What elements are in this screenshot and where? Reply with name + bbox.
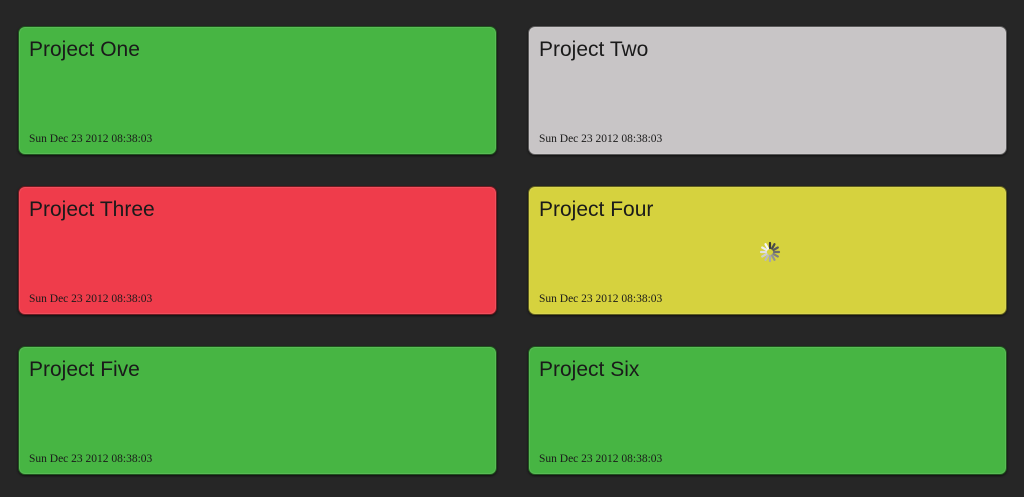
project-title: Project One (29, 38, 140, 61)
project-tile-six[interactable]: Project Six Sun Dec 23 2012 08:38:03 (528, 346, 1007, 475)
project-timestamp: Sun Dec 23 2012 08:38:03 (539, 293, 663, 305)
project-tile-two[interactable]: Project Two Sun Dec 23 2012 08:38:03 (528, 26, 1007, 155)
project-timestamp: Sun Dec 23 2012 08:38:03 (539, 453, 663, 465)
project-timestamp: Sun Dec 23 2012 08:38:03 (29, 293, 153, 305)
project-timestamp: Sun Dec 23 2012 08:38:03 (29, 453, 153, 465)
project-title: Project Six (539, 358, 640, 381)
project-title: Project Five (29, 358, 140, 381)
project-timestamp: Sun Dec 23 2012 08:38:03 (29, 133, 153, 145)
project-tile-three[interactable]: Project Three Sun Dec 23 2012 08:38:03 (18, 186, 497, 315)
project-tile-one[interactable]: Project One Sun Dec 23 2012 08:38:03 (18, 26, 497, 155)
project-title: Project Two (539, 38, 649, 61)
project-grid: Project One Sun Dec 23 2012 08:38:03 Pro… (18, 26, 1008, 475)
project-title: Project Three (29, 198, 155, 221)
project-timestamp: Sun Dec 23 2012 08:38:03 (539, 133, 663, 145)
project-tile-five[interactable]: Project Five Sun Dec 23 2012 08:38:03 (18, 346, 497, 475)
project-title: Project Four (539, 198, 654, 221)
project-tile-four[interactable]: Project Four Sun Dec 23 2012 08:38:03 (528, 186, 1007, 315)
spinner-icon (759, 241, 781, 263)
